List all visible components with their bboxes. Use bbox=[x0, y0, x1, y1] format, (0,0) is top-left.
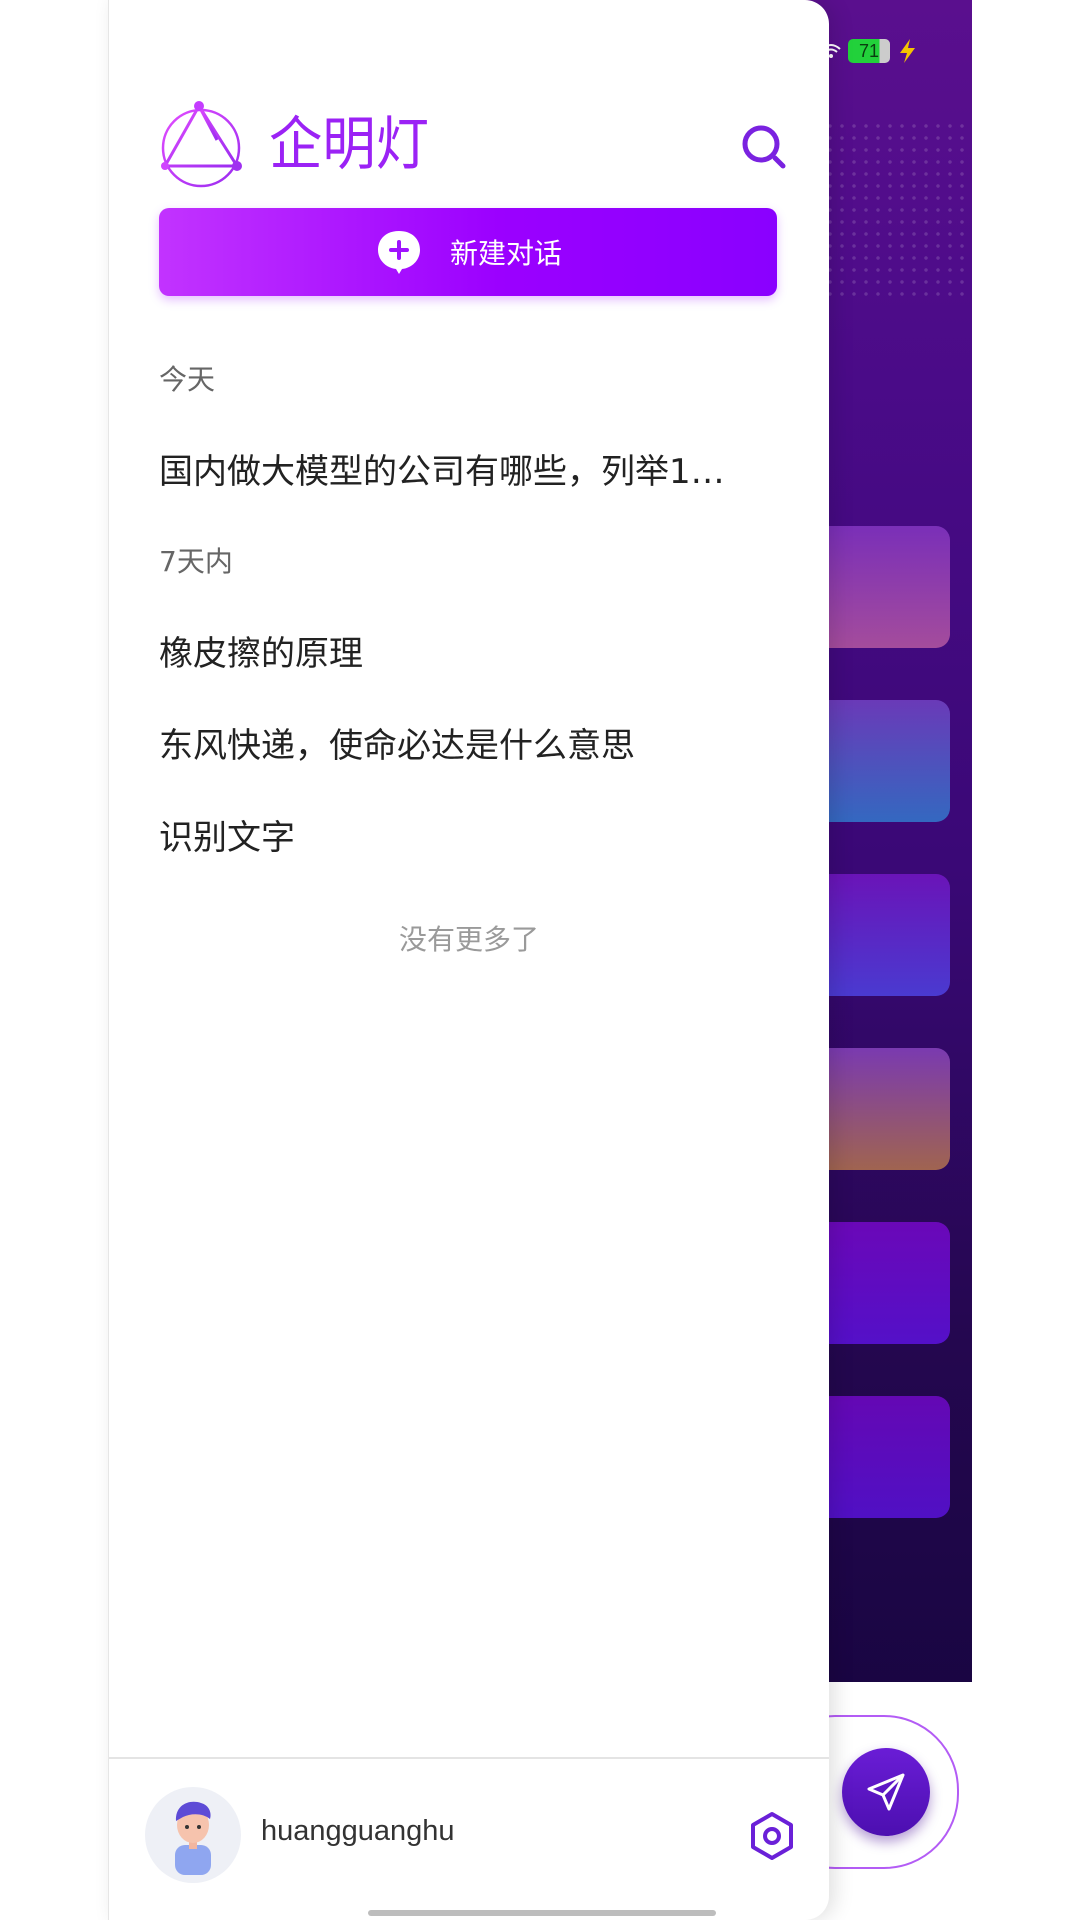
send-icon bbox=[867, 1773, 905, 1811]
drawer-footer: huangguanghu bbox=[109, 1757, 829, 1920]
settings-button[interactable] bbox=[747, 1811, 797, 1861]
new-chat-icon bbox=[377, 231, 420, 274]
triangle-logo-icon bbox=[161, 101, 242, 188]
search-button[interactable] bbox=[739, 122, 789, 172]
new-chat-label: 新建对话 bbox=[449, 237, 562, 270]
home-indicator[interactable] bbox=[368, 1910, 716, 1916]
avatar[interactable] bbox=[145, 1787, 241, 1883]
battery-level: 71 bbox=[858, 40, 880, 61]
send-button[interactable] bbox=[842, 1748, 930, 1836]
history-item[interactable]: 国内做大模型的公司有哪些，列举1… bbox=[159, 444, 759, 493]
section-label-today: 今天 bbox=[159, 363, 216, 396]
charging-bolt-icon bbox=[900, 39, 915, 63]
new-chat-button[interactable]: 新建对话 bbox=[159, 208, 777, 296]
battery-indicator: 71 bbox=[848, 39, 890, 63]
search-icon bbox=[742, 125, 786, 169]
drawer-header: 企明灯 bbox=[159, 100, 789, 200]
side-drawer: 企明灯 新建对话 今天 国内做大模型的公司有哪些，列举1… 7天内 橡皮擦的原理… bbox=[108, 0, 829, 1920]
end-of-list-text: 没有更多了 bbox=[398, 923, 539, 956]
history-item[interactable]: 东风快递，使命必达是什么意思 bbox=[159, 718, 759, 767]
user-avatar-icon bbox=[175, 1801, 211, 1875]
history-item[interactable]: 橡皮擦的原理 bbox=[159, 626, 759, 675]
section-label-7days: 7天内 bbox=[159, 545, 233, 578]
app-title-logotype: 企明灯 bbox=[269, 110, 429, 178]
history-item[interactable]: 识别文字 bbox=[159, 810, 759, 859]
hexagon-gear-icon bbox=[751, 1812, 793, 1860]
screen: 71 企明灯 新建对话 今天 国内做大模型的公司有哪些，列举1… 7天内 橡皮擦… bbox=[0, 0, 1080, 1920]
username: huangguanghu bbox=[261, 1815, 455, 1847]
status-bar: 71 bbox=[820, 38, 918, 64]
app-title: 企明灯 bbox=[269, 110, 429, 178]
